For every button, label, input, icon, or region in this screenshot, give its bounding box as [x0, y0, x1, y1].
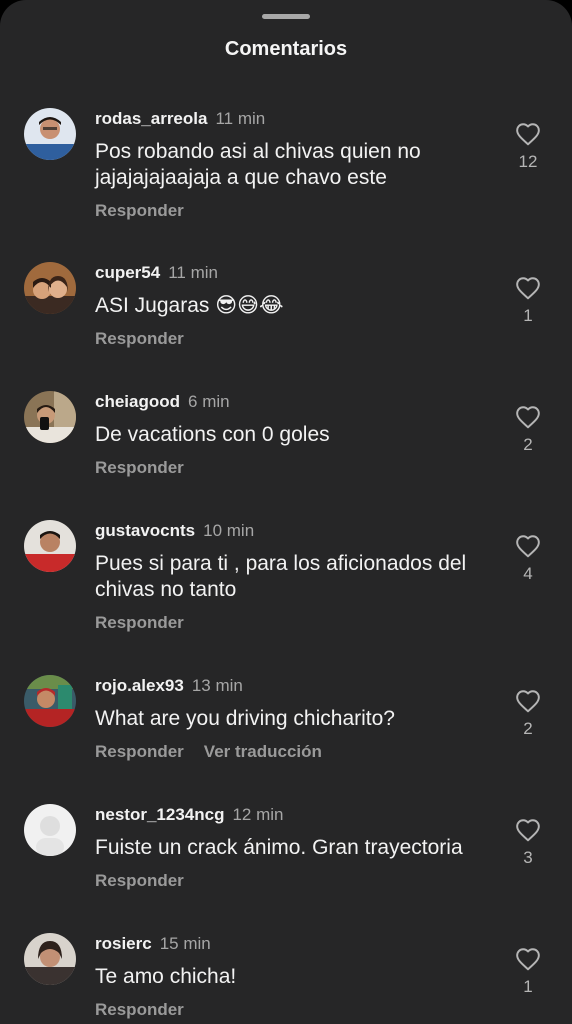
user-avatar[interactable]	[24, 675, 76, 727]
comment-time: 12 min	[232, 805, 284, 824]
heart-outline-icon	[516, 948, 540, 971]
comment-actions: Responder	[95, 457, 502, 479]
comment-time: 10 min	[203, 521, 255, 540]
comment-username[interactable]: rosierc	[95, 934, 152, 953]
like-button[interactable]: 12	[510, 122, 546, 172]
comment-time: 6 min	[188, 392, 230, 411]
reply-button[interactable]: Responder	[95, 613, 184, 632]
heart-outline-icon	[516, 819, 540, 842]
comment-body: gustavocnts 10 min Pues si para ti , para…	[95, 520, 502, 634]
drag-handle[interactable]	[262, 14, 310, 19]
heart-outline-icon	[516, 406, 540, 429]
comment-text: Pues si para ti , para los aficionados d…	[95, 552, 467, 601]
comment-actions: Responder	[95, 328, 502, 350]
comment-actions: Responder Ver traducción	[95, 741, 502, 763]
like-count: 2	[523, 719, 533, 738]
like-button[interactable]: 2	[510, 405, 546, 455]
comment-text: De vacations con 0 goles	[95, 423, 330, 446]
comment-meta: nestor_1234ncg 12 min	[95, 804, 502, 826]
comments-sheet: Comentarios rodas_arreola 11 min Pos roba…	[0, 0, 572, 1024]
comment-username[interactable]: rojo.alex93	[95, 676, 184, 695]
heart-outline-icon	[516, 690, 540, 713]
like-count: 1	[523, 306, 533, 325]
comment-time: 11 min	[168, 263, 218, 282]
comment-body: rodas_arreola 11 min Pos robando asi al c…	[95, 108, 502, 222]
comment-actions: Responder	[95, 612, 502, 634]
like-button[interactable]: 1	[510, 947, 546, 997]
comment-text: What are you driving chicharito?	[95, 707, 395, 730]
comment-actions: Responder	[95, 870, 502, 892]
comment-text: ASI Jugaras 😎😅😂	[95, 294, 284, 317]
comment-body: rosierc 15 min Te amo chicha! Responder	[95, 933, 502, 1021]
reply-button[interactable]: Responder	[95, 1000, 184, 1019]
like-button[interactable]: 2	[510, 689, 546, 739]
comment-text: Pos robando asi al chivas quien no jajaj…	[95, 140, 421, 189]
comment-body: nestor_1234ncg 12 min Fuiste un crack áni…	[95, 804, 502, 892]
comment-meta: gustavocnts 10 min	[95, 520, 502, 542]
comment-meta: rodas_arreola 11 min	[95, 108, 502, 130]
reply-button[interactable]: Responder	[95, 458, 184, 477]
heart-outline-icon	[516, 535, 540, 558]
like-count: 2	[523, 435, 533, 454]
heart-outline-icon	[516, 277, 540, 300]
reply-button[interactable]: Responder	[95, 742, 184, 761]
comment-body: cuper54 11 min ASI Jugaras 😎😅😂 Responder	[95, 262, 502, 350]
user-avatar[interactable]	[24, 391, 76, 443]
see-translation-button[interactable]: Ver traducción	[204, 742, 322, 761]
like-count: 4	[523, 564, 533, 583]
user-avatar[interactable]	[24, 804, 76, 856]
comment-username[interactable]: gustavocnts	[95, 521, 195, 540]
comment-meta: rosierc 15 min	[95, 933, 502, 955]
like-button[interactable]: 1	[510, 276, 546, 326]
comment-body: cheiagood 6 min De vacations con 0 goles …	[95, 391, 502, 479]
comment-username[interactable]: cuper54	[95, 263, 160, 282]
user-avatar[interactable]	[24, 108, 76, 160]
comment-username[interactable]: cheiagood	[95, 392, 180, 411]
like-count: 1	[523, 977, 533, 996]
comment-time: 11 min	[215, 109, 266, 128]
reply-button[interactable]: Responder	[95, 201, 184, 220]
like-button[interactable]: 4	[510, 534, 546, 584]
like-button[interactable]: 3	[510, 818, 546, 868]
sheet-title: Comentarios	[224, 38, 348, 60]
comment-body: rojo.alex93 13 min What are you driving c…	[95, 675, 502, 763]
comment-time: 13 min	[191, 676, 243, 695]
reply-button[interactable]: Responder	[95, 329, 184, 348]
comment-actions: Responder	[95, 200, 502, 222]
like-count: 12	[518, 152, 538, 171]
comment-actions: Responder	[95, 999, 502, 1021]
comment-text: Fuiste un crack ánimo. Gran trayectoria	[95, 836, 463, 859]
user-avatar[interactable]	[24, 262, 76, 314]
comment-text: Te amo chicha!	[95, 965, 237, 988]
heart-outline-icon	[516, 123, 540, 146]
comment-time: 15 min	[159, 934, 211, 953]
like-count: 3	[523, 848, 533, 867]
reply-button[interactable]: Responder	[95, 871, 184, 890]
comment-meta: rojo.alex93 13 min	[95, 675, 502, 697]
comment-username[interactable]: rodas_arreola	[95, 109, 207, 128]
comment-meta: cuper54 11 min	[95, 262, 502, 284]
comment-username[interactable]: nestor_1234ncg	[95, 805, 224, 824]
comment-meta: cheiagood 6 min	[95, 391, 502, 413]
user-avatar[interactable]	[24, 933, 76, 985]
user-avatar[interactable]	[24, 520, 76, 572]
